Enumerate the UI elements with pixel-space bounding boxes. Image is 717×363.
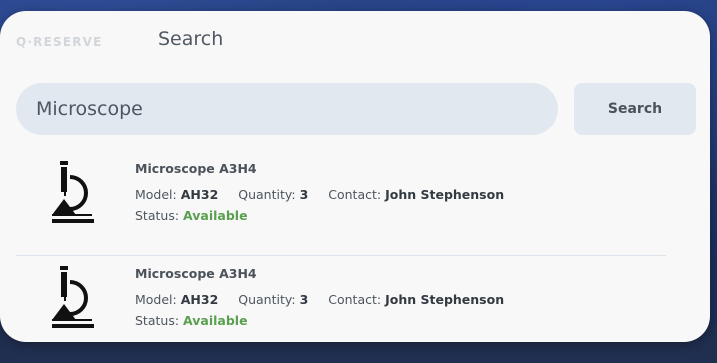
microscope-icon [52, 266, 94, 328]
model-label: Model: [135, 292, 177, 307]
result-name: Microscope A3H4 [135, 161, 257, 176]
page-title: Search [158, 28, 224, 50]
search-card: Q·RESERVE Search Search Microscope A3H4 … [0, 11, 710, 342]
search-button[interactable]: Search [574, 83, 696, 135]
result-meta: Model: AH32 Quantity: 3 Contact: John St… [135, 184, 520, 205]
model-value: AH32 [180, 187, 219, 202]
quantity-value: 3 [299, 187, 309, 202]
results-list: Microscope A3H4 Model: AH32 Quantity: 3 … [16, 151, 666, 342]
result-item[interactable]: Microscope A3H4 Model: AH32 Quantity: 3 … [16, 151, 666, 255]
quantity-group: Quantity: 3 [238, 292, 312, 307]
contact-group: Contact: John Stephenson [328, 187, 504, 202]
contact-value: John Stephenson [385, 187, 505, 202]
status-line: Status: Available [135, 310, 520, 331]
model-group: Model: AH32 [135, 187, 222, 202]
status-label: Status: [135, 313, 180, 328]
result-item[interactable]: Microscope A3H4 Model: AH32 Quantity: 3 … [16, 255, 666, 342]
microscope-icon [52, 161, 94, 223]
status-label: Status: [135, 208, 180, 223]
model-value: AH32 [180, 292, 219, 307]
contact-label: Contact: [328, 187, 382, 202]
result-info: Microscope A3H4 Model: AH32 Quantity: 3 … [135, 158, 520, 226]
quantity-label: Quantity: [238, 292, 296, 307]
status-line: Status: Available [135, 205, 520, 226]
status-badge: Available [183, 208, 248, 223]
status-badge: Available [183, 313, 248, 328]
quantity-group: Quantity: 3 [238, 187, 312, 202]
contact-value: John Stephenson [385, 292, 505, 307]
quantity-label: Quantity: [238, 187, 296, 202]
model-label: Model: [135, 187, 177, 202]
search-input[interactable] [16, 83, 558, 135]
result-name: Microscope A3H4 [135, 266, 257, 281]
model-group: Model: AH32 [135, 292, 222, 307]
app-logo[interactable]: Q·RESERVE [16, 35, 103, 49]
contact-group: Contact: John Stephenson [328, 292, 504, 307]
contact-label: Contact: [328, 292, 382, 307]
result-info: Microscope A3H4 Model: AH32 Quantity: 3 … [135, 263, 520, 331]
result-meta: Model: AH32 Quantity: 3 Contact: John St… [135, 289, 520, 310]
quantity-value: 3 [299, 292, 309, 307]
